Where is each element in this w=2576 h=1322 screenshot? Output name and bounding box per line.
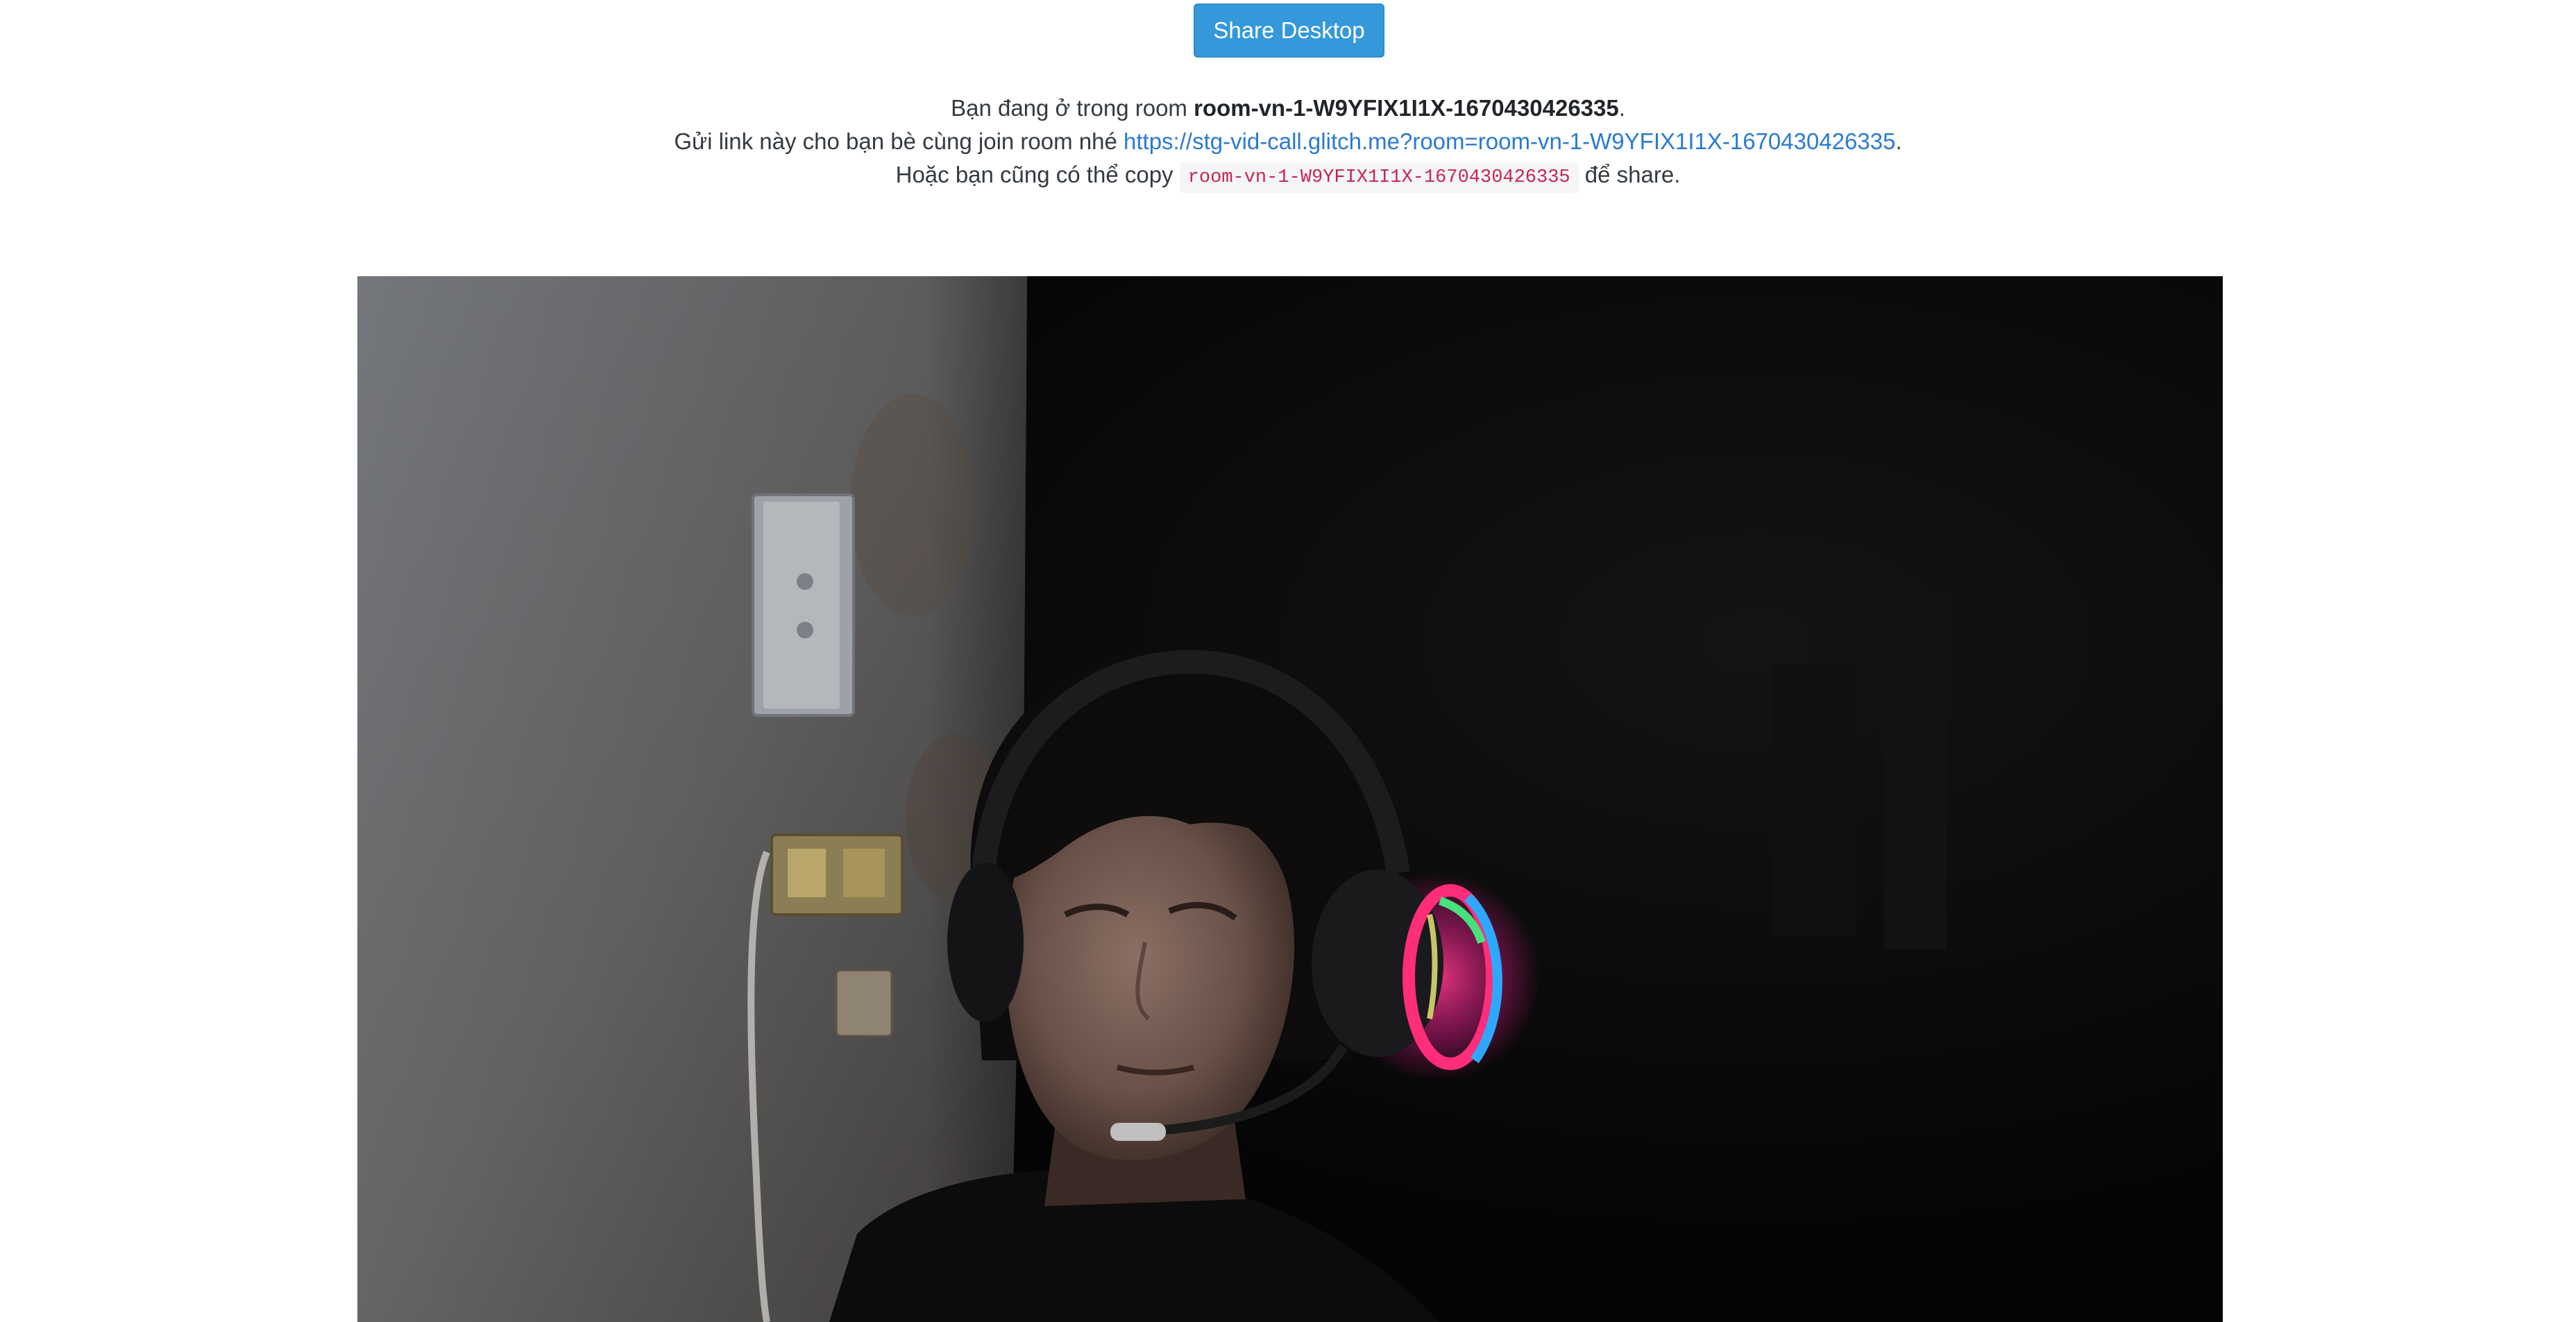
room-info-line-1-suffix: . xyxy=(1618,95,1625,121)
webcam-frame xyxy=(357,276,2223,1322)
room-info-line-2-prefix: Gửi link này cho bạn bè cùng join room n… xyxy=(674,128,1124,154)
room-info-line-3-prefix: Hoặc bạn cũng có thể copy xyxy=(895,162,1180,187)
room-link[interactable]: https://stg-vid-call.glitch.me?room=room… xyxy=(1124,128,1895,154)
room-info-line-3: Hoặc bạn cũng có thể copy room-vn-1-W9YF… xyxy=(0,158,2576,193)
room-info-line-2: Gửi link này cho bạn bè cùng join room n… xyxy=(0,125,2576,158)
headset-right-cup xyxy=(1312,870,1443,1057)
room-info: Bạn đang ở trong room room-vn-1-W9YFIX1I… xyxy=(0,92,2576,193)
room-info-line-2-suffix: . xyxy=(1895,128,1902,154)
headset-left-cup xyxy=(947,863,1024,1022)
page: Share Desktop Bạn đang ở trong room room… xyxy=(0,0,2576,1322)
share-desktop-button[interactable]: Share Desktop xyxy=(1194,3,1384,58)
room-name: room-vn-1-W9YFIX1I1X-1670430426335 xyxy=(1194,95,1619,121)
local-video xyxy=(357,276,2223,1322)
room-code[interactable]: room-vn-1-W9YFIX1I1X-1670430426335 xyxy=(1179,162,1579,193)
room-info-line-3-suffix: để share. xyxy=(1578,162,1681,187)
room-info-line-1-prefix: Bạn đang ở trong room xyxy=(951,95,1194,121)
room-info-line-1: Bạn đang ở trong room room-vn-1-W9YFIX1I… xyxy=(0,92,2576,125)
